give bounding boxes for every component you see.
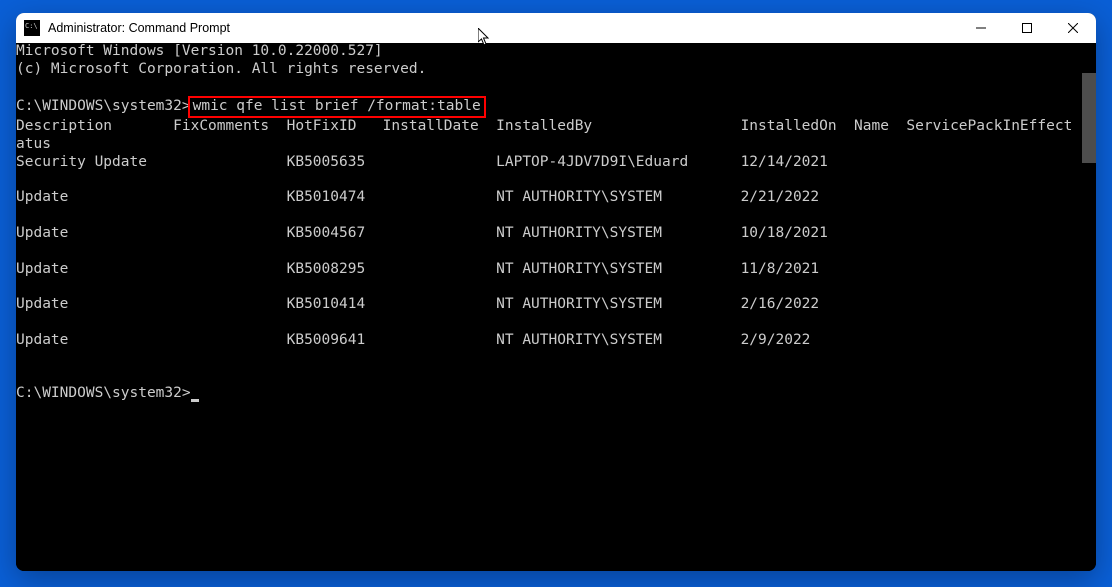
blank-line <box>16 367 1096 385</box>
copyright-line: (c) Microsoft Corporation. All rights re… <box>16 61 1096 79</box>
prompt: C:\WINDOWS\system32> <box>16 98 191 114</box>
blank-line <box>16 79 1096 97</box>
titlebar[interactable]: Administrator: Command Prompt <box>16 13 1096 43</box>
blank-line <box>16 350 1096 368</box>
table-row: Update KB5008295 NT AUTHORITY\SYSTEM 11/… <box>16 261 1096 279</box>
maximize-button[interactable] <box>1004 13 1050 43</box>
columns-header-cont: atus <box>16 136 1096 154</box>
close-button[interactable] <box>1050 13 1096 43</box>
cmd-icon <box>24 20 40 36</box>
scrollbar[interactable] <box>1082 73 1096 163</box>
prompt: C:\WINDOWS\system32> <box>16 385 191 401</box>
cmd-window: Administrator: Command Prompt Microsoft … <box>16 13 1096 571</box>
blank-line <box>16 172 1096 190</box>
table-row: Update KB5009641 NT AUTHORITY\SYSTEM 2/9… <box>16 332 1096 350</box>
prompt-line: C:\WINDOWS\system32> <box>16 385 1096 403</box>
window-title: Administrator: Command Prompt <box>48 21 230 35</box>
blank-line <box>16 278 1096 296</box>
blank-line <box>16 207 1096 225</box>
table-row: Update KB5010414 NT AUTHORITY\SYSTEM 2/1… <box>16 296 1096 314</box>
table-row: Security Update KB5005635 LAPTOP-4JDV7D9… <box>16 154 1096 172</box>
header-line: Microsoft Windows [Version 10.0.22000.52… <box>16 43 1096 61</box>
table-row: Update KB5004567 NT AUTHORITY\SYSTEM 10/… <box>16 225 1096 243</box>
table-row: Update KB5010474 NT AUTHORITY\SYSTEM 2/2… <box>16 189 1096 207</box>
blank-line <box>16 243 1096 261</box>
prompt-line: C:\WINDOWS\system32>wmic qfe list brief … <box>16 96 1096 118</box>
cursor <box>191 399 199 402</box>
terminal-area[interactable]: Microsoft Windows [Version 10.0.22000.52… <box>16 43 1096 571</box>
highlighted-command: wmic qfe list brief /format:table <box>188 96 486 118</box>
blank-line <box>16 314 1096 332</box>
minimize-button[interactable] <box>958 13 1004 43</box>
columns-header: Description FixComments HotFixID Install… <box>16 118 1096 136</box>
